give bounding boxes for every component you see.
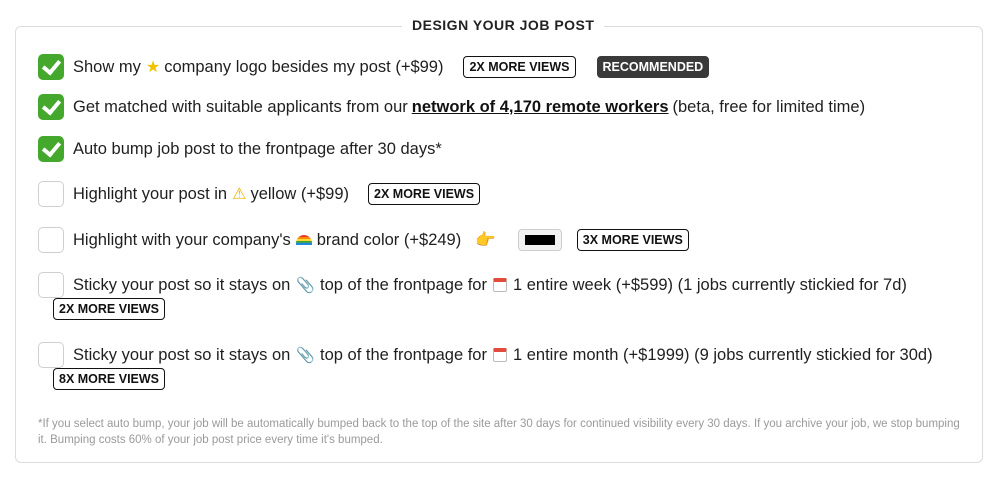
pointing-hand-icon: 👉 [475, 230, 496, 249]
section-title: DESIGN YOUR JOB POST [402, 17, 605, 33]
views-badge: 8X MORE VIEWS [53, 368, 166, 390]
option-label: 1 entire week (+$599) (1 jobs currently … [512, 275, 907, 294]
checkbox-unchecked[interactable] [38, 227, 64, 253]
star-icon: ★ [145, 59, 161, 76]
views-badge: 3X MORE VIEWS [576, 229, 689, 251]
recommended-badge: RECOMMENDED [596, 56, 710, 78]
paperclip-icon: 📎 [296, 277, 316, 294]
option-auto-bump[interactable]: Auto bump job post to the frontpage afte… [38, 136, 442, 162]
option-label: yellow (+$99) [250, 184, 350, 203]
option-sticky-week[interactable]: Sticky your post so it stays on 📎 top of… [38, 272, 907, 298]
rainbow-icon [295, 235, 312, 245]
option-brand-color[interactable]: Highlight with your company's brand colo… [38, 227, 689, 253]
views-badge: 2X MORE VIEWS [53, 298, 166, 320]
option-label: Auto bump job post to the frontpage afte… [73, 139, 442, 158]
option-label: Sticky your post so it stays on [73, 275, 291, 294]
checkbox-checked[interactable] [38, 136, 64, 162]
views-badge: 2X MORE VIEWS [463, 56, 576, 78]
views-badge: 2X MORE VIEWS [368, 183, 481, 205]
option-label: Highlight with your company's [73, 230, 291, 249]
option-matched-applicants[interactable]: Get matched with suitable applicants fro… [38, 94, 865, 120]
option-label: Sticky your post so it stays on [73, 345, 291, 364]
option-label: 1 entire month (+$1999) (9 jobs currentl… [512, 345, 933, 364]
option-label: brand color (+$249) [316, 230, 462, 249]
option-label: Show my [73, 57, 141, 76]
option-label: Get matched with suitable applicants fro… [73, 97, 408, 116]
warning-icon: ⚠ [232, 186, 247, 203]
option-sticky-month[interactable]: Sticky your post so it stays on 📎 top of… [38, 342, 933, 368]
checkbox-checked[interactable] [38, 94, 64, 120]
option-label: company logo besides my post (+$99) [164, 57, 444, 76]
paperclip-icon: 📎 [296, 347, 316, 364]
calendar-icon [492, 348, 507, 362]
checkbox-checked[interactable] [38, 54, 64, 80]
option-label: top of the frontpage for [320, 345, 487, 364]
option-label: top of the frontpage for [320, 275, 487, 294]
option-highlight-yellow[interactable]: Highlight your post in ⚠ yellow (+$99) 2… [38, 181, 481, 207]
checkbox-unchecked[interactable] [38, 181, 64, 207]
option-label: Highlight your post in [73, 184, 228, 203]
option-label: (beta, free for limited time) [672, 97, 866, 116]
brand-color-picker[interactable] [517, 229, 562, 251]
option-company-logo[interactable]: Show my ★ company logo besides my post (… [38, 54, 710, 80]
network-link[interactable]: network of 4,170 remote workers [412, 98, 669, 117]
checkbox-unchecked[interactable] [38, 272, 64, 298]
auto-bump-footnote: *If you select auto bump, your job will … [38, 418, 960, 446]
checkbox-unchecked[interactable] [38, 342, 64, 368]
calendar-icon [492, 278, 507, 292]
